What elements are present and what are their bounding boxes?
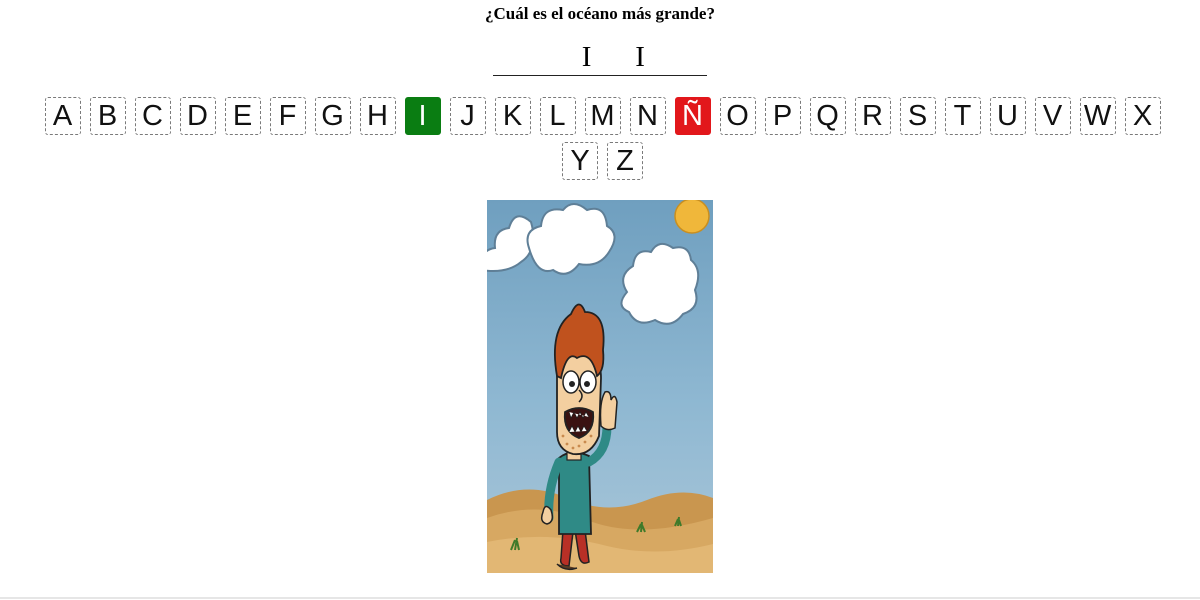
- letter-key-t[interactable]: T: [944, 97, 981, 135]
- letter-key-g[interactable]: G: [314, 97, 351, 135]
- bottom-divider: [0, 597, 1200, 599]
- letter-key-v[interactable]: V: [1034, 97, 1071, 135]
- word-slots: I I: [493, 40, 707, 76]
- word-slot: [546, 40, 574, 76]
- letter-key-a[interactable]: A: [44, 97, 81, 135]
- letter-key-o[interactable]: O: [719, 97, 756, 135]
- word-slot: [519, 40, 547, 76]
- letter-key-m[interactable]: M: [584, 97, 621, 135]
- letter-key-e[interactable]: E: [224, 97, 261, 135]
- word-slot: [653, 40, 681, 76]
- letter-key-s[interactable]: S: [899, 97, 936, 135]
- letter-key-l[interactable]: L: [539, 97, 576, 135]
- letter-key-enye[interactable]: Ñ: [674, 97, 711, 135]
- question-title: ¿Cuál es el océano más grande?: [485, 4, 715, 23]
- letter-key-u[interactable]: U: [989, 97, 1026, 135]
- letter-key-x[interactable]: X: [1124, 97, 1161, 135]
- hangman-illustration: [487, 200, 713, 573]
- letter-key-b[interactable]: B: [89, 97, 126, 135]
- word-slot: I: [626, 40, 654, 76]
- word-slot: I: [573, 40, 600, 76]
- letter-key-n[interactable]: N: [629, 97, 666, 135]
- letter-key-h[interactable]: H: [359, 97, 396, 135]
- word-slot: [680, 40, 707, 76]
- letter-key-r[interactable]: R: [854, 97, 891, 135]
- letter-key-w[interactable]: W: [1079, 97, 1116, 135]
- letter-key-y[interactable]: Y: [562, 142, 598, 180]
- letter-key-d[interactable]: D: [179, 97, 216, 135]
- letter-key-f[interactable]: F: [269, 97, 306, 135]
- letter-key-z[interactable]: Z: [607, 142, 643, 180]
- word-slot: [600, 40, 627, 76]
- letter-key-p[interactable]: P: [764, 97, 801, 135]
- word-slot: [493, 40, 520, 76]
- letter-key-q[interactable]: Q: [809, 97, 846, 135]
- letter-keyboard: A B C D E F G H I J K L M N Ñ O P Q R S …: [40, 97, 1165, 180]
- letter-key-k[interactable]: K: [494, 97, 531, 135]
- hangman-character-scene-icon: [487, 200, 713, 573]
- letter-key-j[interactable]: J: [449, 97, 486, 135]
- letter-key-c[interactable]: C: [134, 97, 171, 135]
- letter-key-i[interactable]: I: [404, 97, 441, 135]
